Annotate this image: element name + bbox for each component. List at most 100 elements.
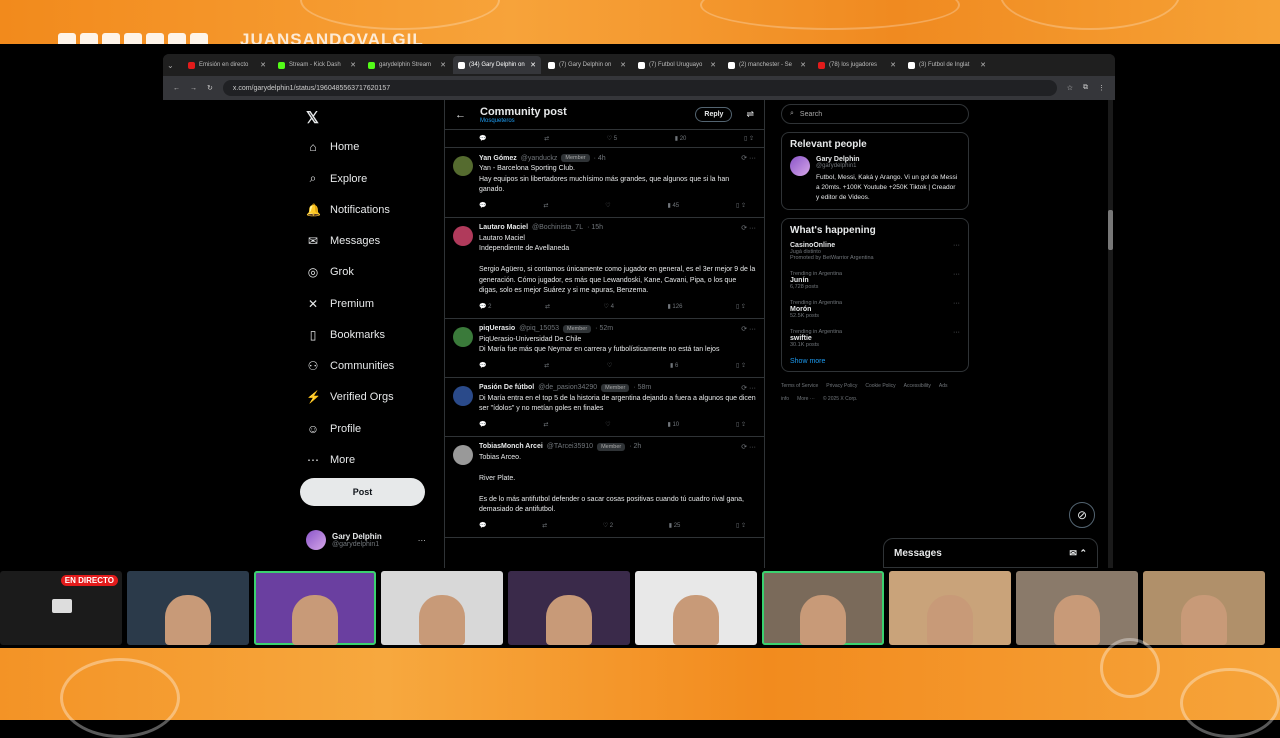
like-icon[interactable]: ♡ 5 bbox=[607, 135, 617, 142]
close-icon[interactable]: ✕ bbox=[800, 61, 806, 69]
tweet[interactable]: Lautaro Maciel @Bochinista_7L · 15h ⟳ ··· La… bbox=[445, 218, 764, 319]
more-icon[interactable]: ··· bbox=[953, 242, 960, 249]
footer-link[interactable]: © 2025 X Corp. bbox=[823, 396, 858, 402]
more-icon[interactable]: ⟳ ··· bbox=[741, 325, 756, 333]
nav-item-more[interactable]: ⋯ More bbox=[306, 453, 355, 467]
trend-item[interactable]: Trending in Argentina Junín 6,728 posts ··· bbox=[790, 271, 960, 290]
trend-item[interactable]: Trending in Argentina swiftie 30.1K posts ·… bbox=[790, 329, 960, 348]
tab-list-icon[interactable]: ⌄ bbox=[167, 61, 181, 70]
close-icon[interactable]: ✕ bbox=[530, 61, 536, 69]
star-icon[interactable]: ☆ bbox=[1067, 84, 1073, 92]
avatar[interactable] bbox=[790, 156, 810, 176]
extensions-icon[interactable]: ⧉ bbox=[1083, 84, 1088, 92]
bookmark-icon[interactable]: ▯ ⇪ bbox=[744, 135, 754, 142]
trend-item[interactable]: Trending in Argentina Morón 52.5K posts ··· bbox=[790, 300, 960, 319]
browser-tab[interactable]: (7) Futbol Uruguayo ✕ bbox=[633, 56, 721, 74]
views-icon[interactable]: ▮ 25 bbox=[669, 522, 681, 529]
more-icon[interactable]: ··· bbox=[418, 536, 426, 545]
more-icon[interactable]: ⟳ ··· bbox=[741, 224, 756, 232]
avatar[interactable] bbox=[453, 326, 473, 347]
tweet-author[interactable]: Pasión De fútbol bbox=[479, 384, 534, 391]
views-icon[interactable]: ▮ 126 bbox=[667, 303, 682, 310]
reply-icon[interactable]: 💬 bbox=[479, 522, 486, 529]
more-icon[interactable]: ··· bbox=[953, 271, 960, 278]
nav-item-grok[interactable]: ◎ Grok bbox=[306, 265, 354, 279]
filter-icon[interactable]: ⇌ bbox=[746, 109, 754, 120]
close-icon[interactable]: ✕ bbox=[440, 61, 446, 69]
forward-icon[interactable]: → bbox=[190, 85, 197, 92]
x-logo-icon[interactable]: 𝕏 bbox=[306, 108, 319, 128]
reply-button[interactable]: Reply bbox=[695, 107, 733, 122]
browser-tab[interactable]: (7) Gary Delphin on ✕ bbox=[543, 56, 631, 74]
footer-link[interactable]: Cookie Policy bbox=[865, 383, 895, 389]
show-more-link[interactable]: Show more bbox=[790, 358, 960, 365]
footer-link[interactable]: More ··· bbox=[797, 396, 815, 402]
bookmark-icon[interactable]: ▯ ⇪ bbox=[736, 362, 746, 369]
bookmark-icon[interactable]: ▯ ⇪ bbox=[736, 421, 746, 428]
close-icon[interactable]: ✕ bbox=[260, 61, 266, 69]
messages-drawer[interactable]: Messages ✉ ⌃ bbox=[883, 538, 1098, 568]
like-icon[interactable]: ♡ bbox=[607, 362, 612, 369]
nav-item-bookmarks[interactable]: ▯ Bookmarks bbox=[306, 328, 385, 342]
footer-link[interactable]: Accessibility bbox=[904, 383, 931, 389]
nav-item-home[interactable]: ⌂ Home bbox=[306, 140, 359, 154]
retweet-icon[interactable]: ⇄ bbox=[544, 135, 549, 142]
close-icon[interactable]: ✕ bbox=[890, 61, 896, 69]
nav-item-notifications[interactable]: 🔔 Notifications bbox=[306, 203, 390, 217]
views-icon[interactable]: ▮ 45 bbox=[667, 202, 679, 209]
browser-tab[interactable]: (34) Gary Delphin on ✕ bbox=[453, 56, 541, 74]
tweet[interactable]: Pasión De fútbol @de_pasion34290 Member · 5… bbox=[445, 378, 764, 437]
views-icon[interactable]: ▮ 6 bbox=[670, 362, 678, 369]
more-icon[interactable]: ⟳ ··· bbox=[741, 384, 756, 392]
tweet[interactable]: Yan Gómez @yanduckz Member · 4h ⟳ ··· Yan - B… bbox=[445, 148, 764, 218]
tweet-author[interactable]: TobiasMonch Arcei bbox=[479, 443, 543, 450]
footer-link[interactable]: Privacy Policy bbox=[826, 383, 857, 389]
tweet-author[interactable]: Lautaro Maciel bbox=[479, 224, 528, 231]
nav-item-verified-orgs[interactable]: ⚡ Verified Orgs bbox=[306, 390, 394, 404]
more-icon[interactable]: ⟳ ··· bbox=[741, 443, 756, 451]
browser-tab[interactable]: (3) Futbol de Inglat ✕ bbox=[903, 56, 991, 74]
retweet-icon[interactable]: ⇄ bbox=[545, 303, 550, 310]
retweet-icon[interactable]: ⇄ bbox=[543, 421, 548, 428]
nav-item-messages[interactable]: ✉ Messages bbox=[306, 234, 380, 248]
close-icon[interactable]: ✕ bbox=[350, 61, 356, 69]
nav-item-premium[interactable]: ✕ Premium bbox=[306, 297, 374, 311]
tweet-author[interactable]: piqUerasio bbox=[479, 325, 515, 332]
browser-tab[interactable]: (78) los jugadores ✕ bbox=[813, 56, 901, 74]
browser-tab[interactable]: garydelphin Stream ✕ bbox=[363, 56, 451, 74]
avatar[interactable] bbox=[453, 225, 473, 246]
reply-icon[interactable]: 💬 bbox=[479, 202, 486, 209]
like-icon[interactable]: ♡ bbox=[605, 421, 610, 428]
browser-tab[interactable]: Stream - Kick Dash ✕ bbox=[273, 56, 361, 74]
tweet-author[interactable]: Yan Gómez bbox=[479, 155, 517, 162]
grok-icon[interactable]: ⊘ bbox=[1069, 502, 1095, 528]
reply-icon[interactable]: 💬 2 bbox=[479, 303, 491, 310]
views-icon[interactable]: ▮ 20 bbox=[675, 135, 687, 142]
bookmark-icon[interactable]: ▯ ⇪ bbox=[736, 522, 746, 529]
url-field[interactable]: x.com/garydelphin1/status/19604855637176… bbox=[222, 80, 1057, 96]
more-icon[interactable]: ··· bbox=[953, 300, 960, 307]
like-icon[interactable]: ♡ 4 bbox=[604, 303, 614, 310]
reply-icon[interactable]: 💬 bbox=[479, 362, 486, 369]
close-icon[interactable]: ✕ bbox=[980, 61, 986, 69]
tweet[interactable]: piqUerasio @piq_15053 Member · 52m ⟳ ··· PiqU… bbox=[445, 319, 764, 378]
like-icon[interactable]: ♡ 2 bbox=[603, 522, 613, 529]
retweet-icon[interactable]: ⇄ bbox=[544, 362, 549, 369]
close-icon[interactable]: ✕ bbox=[710, 61, 716, 69]
avatar[interactable] bbox=[453, 444, 473, 465]
reply-icon[interactable]: 💬 bbox=[479, 135, 486, 142]
menu-icon[interactable]: ⋮ bbox=[1098, 84, 1105, 92]
views-icon[interactable]: ▮ 10 bbox=[667, 421, 679, 428]
person-name[interactable]: Gary Delphin bbox=[816, 156, 960, 163]
new-message-icon[interactable]: ✉ ⌃ bbox=[1069, 548, 1087, 559]
bookmark-icon[interactable]: ▯ ⇪ bbox=[736, 202, 746, 209]
tweet[interactable]: TobiasMonch Arcei @TArcei35910 Member · 2h ⟳… bbox=[445, 437, 764, 538]
bookmark-icon[interactable]: ▯ ⇪ bbox=[736, 303, 746, 310]
reply-icon[interactable]: 💬 bbox=[479, 421, 486, 428]
account-switcher[interactable]: Gary Delphin @garydelphin1 ··· bbox=[306, 530, 426, 550]
close-icon[interactable]: ✕ bbox=[620, 61, 626, 69]
avatar[interactable] bbox=[453, 156, 473, 176]
post-button[interactable]: Post bbox=[300, 478, 425, 506]
back-arrow-icon[interactable]: ← bbox=[455, 109, 466, 121]
scrollbar[interactable] bbox=[1108, 100, 1113, 568]
